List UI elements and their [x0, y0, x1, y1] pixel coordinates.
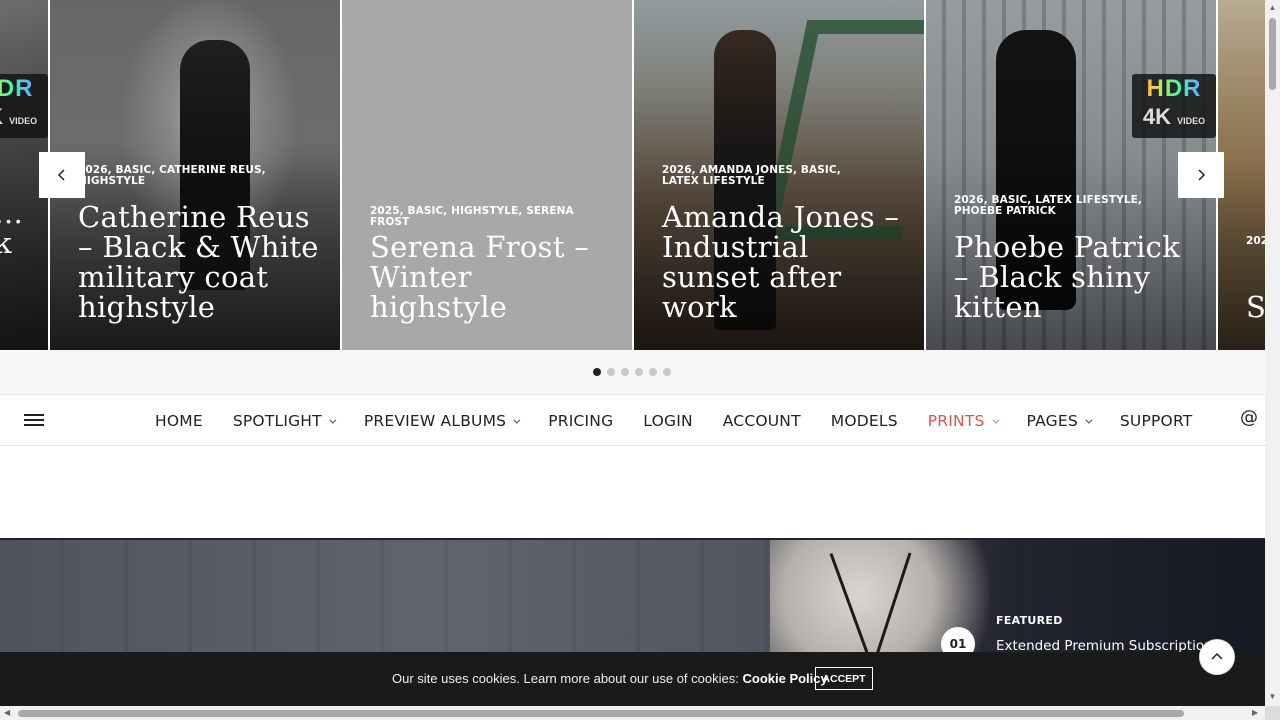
cookie-notice: Our site uses cookies. Learn more about … [0, 652, 1265, 706]
page: HDR 4K VIDEO …k 2026BASICCATHERINE REUSH… [0, 0, 1280, 720]
chevron-down-icon [991, 416, 999, 424]
carousel-slide[interactable]: 2025BASICHIGHSTYLESERENA FROST Serena Fr… [342, 0, 632, 350]
hamburger-menu-icon[interactable] [24, 414, 44, 428]
chevron-down-icon [329, 416, 337, 424]
scroll-down-arrow-icon[interactable]: ▼ [1268, 692, 1277, 701]
nav-item-label: PRINTS [927, 412, 985, 430]
carousel-dot[interactable] [663, 368, 671, 376]
main-navigation: HOME SPOTLIGHT PREVIEW ALBUMS PRICING LOGIN A… [0, 394, 1265, 446]
horizontal-scroll-thumb[interactable] [18, 710, 1184, 717]
chevron-down-icon [513, 416, 521, 424]
at-sign-icon[interactable]: @ [1240, 407, 1258, 428]
scroll-to-top-button[interactable] [1199, 639, 1235, 675]
slide-title[interactable]: Catherine Reus – Black & White military … [78, 202, 326, 322]
nav-item-prints[interactable]: PRINTS [913, 412, 1012, 430]
chevron-right-icon [1198, 169, 1206, 181]
nav-item-home[interactable]: HOME [140, 412, 218, 430]
nav-item-support[interactable]: SUPPORT [1105, 412, 1208, 430]
slide-title[interactable]: …k [0, 198, 34, 258]
scroll-right-arrow-icon[interactable]: ▶ [1252, 708, 1258, 717]
slide-meta: 2026BASICCATHERINE REUSHIGHSTYLE [78, 164, 320, 187]
nav-item-label: SPOTLIGHT [232, 412, 322, 430]
carousel-pagination [593, 368, 671, 376]
menu-bar: HOME SPOTLIGHT PREVIEW ALBUMS PRICING LOGIN A… [140, 395, 1207, 447]
horizontal-scrollbar[interactable]: ◀ ▶ [0, 706, 1265, 720]
tag-link[interactable]: CATHERINE REUS [159, 164, 266, 176]
nav-item-label: LOGIN [643, 412, 693, 430]
scroll-up-arrow-icon[interactable]: ▲ [1268, 3, 1277, 12]
cookie-message: Our site uses cookies. Learn more about … [392, 671, 739, 686]
tag-link[interactable]: 202 [1246, 235, 1265, 247]
nav-item-label: PAGES [1026, 412, 1078, 430]
hdr-4k-badge: HDR 4K VIDEO [1132, 74, 1216, 138]
slide-title[interactable]: Amanda Jones – Industrial sunset after w… [662, 202, 910, 322]
carousel-dot[interactable] [649, 368, 657, 376]
carousel-dot[interactable] [621, 368, 629, 376]
vertical-scrollbar[interactable]: ▲ ▼ [1265, 0, 1280, 706]
slide-meta: 2025BASICHIGHSTYLESERENA FROST [370, 205, 612, 228]
tag-link[interactable]: BASIC [801, 164, 841, 176]
tag-link[interactable]: BASIC [407, 205, 451, 217]
cookie-text: Our site uses cookies. Learn more about … [392, 671, 828, 686]
carousel-slide[interactable]: 202 S W [1218, 0, 1265, 350]
scroll-left-arrow-icon[interactable]: ◀ [4, 708, 10, 717]
carousel-dot[interactable] [607, 368, 615, 376]
accept-cookies-button[interactable]: ACCEPT [815, 667, 873, 690]
slide-meta: 2026BASICLATEX LIFESTYLEPHOEBE PATRICK [954, 194, 1196, 217]
nav-item-label: MODELS [830, 412, 898, 430]
nav-item-label: SUPPORT [1119, 412, 1193, 430]
nav-item-label: PRICING [548, 412, 614, 430]
carousel-dot[interactable] [635, 368, 643, 376]
slide-meta: 202 [1246, 236, 1265, 247]
nav-item-spotlight[interactable]: SPOTLIGHT [218, 412, 349, 430]
slide-meta: 2026AMANDA JONESBASICLATEX LIFESTYLE [662, 164, 904, 187]
slide-title[interactable]: Phoebe Patrick – Black shiny kitten [954, 232, 1202, 322]
slide-title[interactable]: Serena Frost – Winter highstyle [370, 232, 618, 322]
nav-item-pages[interactable]: PAGES [1012, 412, 1105, 430]
nav-item-label: ACCOUNT [722, 412, 801, 430]
carousel-slide[interactable]: 2026BASICCATHERINE REUSHIGHSTYLE Catheri… [50, 0, 340, 350]
nav-item-account[interactable]: ACCOUNT [708, 412, 816, 430]
post-carousel: HDR 4K VIDEO …k 2026BASICCATHERINE REUSH… [0, 0, 1265, 350]
nav-item-label: PREVIEW ALBUMS [363, 412, 507, 430]
vertical-scroll-thumb[interactable] [1269, 18, 1276, 90]
tag-link[interactable]: HIGHSTYLE [78, 175, 145, 187]
carousel-prev-button[interactable] [39, 152, 85, 198]
chevron-left-icon [57, 169, 65, 181]
nav-item-label: HOME [155, 412, 203, 430]
slide-title[interactable]: S W [1246, 292, 1265, 322]
chevron-down-icon [1085, 416, 1093, 424]
carousel-slide[interactable]: HDR 4K VIDEO 2026BASICLATEX LIFESTYLEPHO… [926, 0, 1216, 350]
nav-item-preview-albums[interactable]: PREVIEW ALBUMS [349, 412, 533, 430]
nav-item-models[interactable]: MODELS [816, 412, 913, 430]
nav-item-login[interactable]: LOGIN [628, 412, 707, 430]
tag-link[interactable]: PHOEBE PATRICK [954, 205, 1056, 217]
scrollbar-corner [1265, 706, 1280, 720]
tag-link[interactable]: LATEX LIFESTYLE [662, 175, 765, 187]
carousel-next-button[interactable] [1178, 152, 1224, 198]
carousel-dot[interactable] [593, 368, 601, 376]
hdr-4k-badge: HDR 4K VIDEO [0, 74, 48, 138]
carousel-slide[interactable]: 2026AMANDA JONESBASICLATEX LIFESTYLE Ama… [634, 0, 924, 350]
tag-link[interactable]: HIGHSTYLE [451, 205, 526, 217]
nav-item-pricing[interactable]: PRICING [533, 412, 628, 430]
featured-label: FEATURED [996, 614, 1063, 627]
chevron-up-icon [1211, 652, 1223, 660]
